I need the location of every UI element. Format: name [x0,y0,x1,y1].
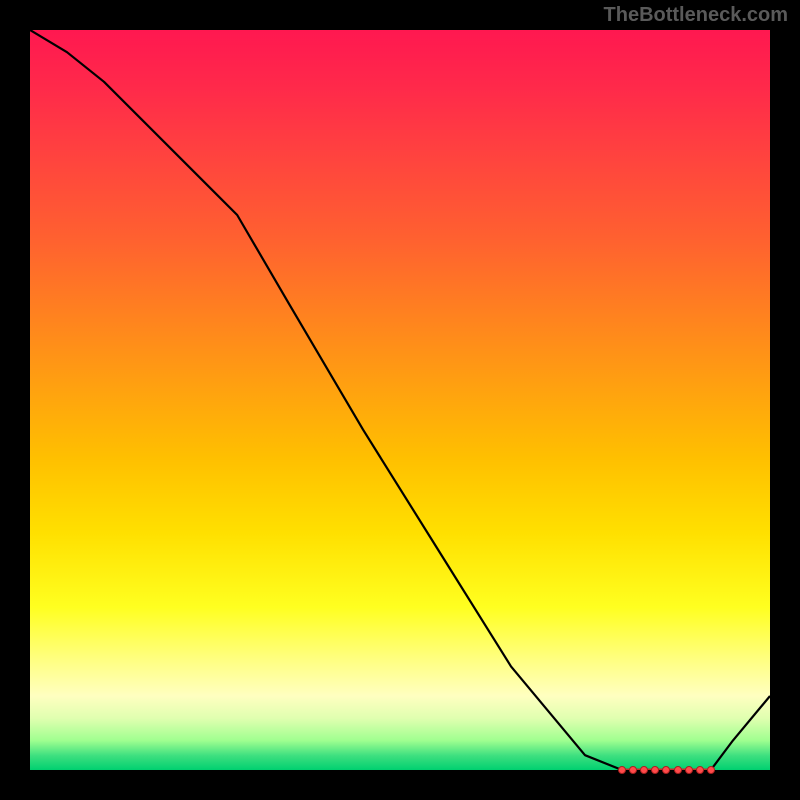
curve-marker [685,766,693,774]
curve-marker [629,766,637,774]
curve-marker [640,766,648,774]
curve-marker [696,766,704,774]
chart-line-layer [30,30,770,770]
curve-marker [651,766,659,774]
curve-marker [674,766,682,774]
curve-marker [707,766,715,774]
watermark-text: TheBottleneck.com [604,4,788,27]
chart-curve [30,30,770,770]
curve-marker [662,766,670,774]
curve-marker [618,766,626,774]
